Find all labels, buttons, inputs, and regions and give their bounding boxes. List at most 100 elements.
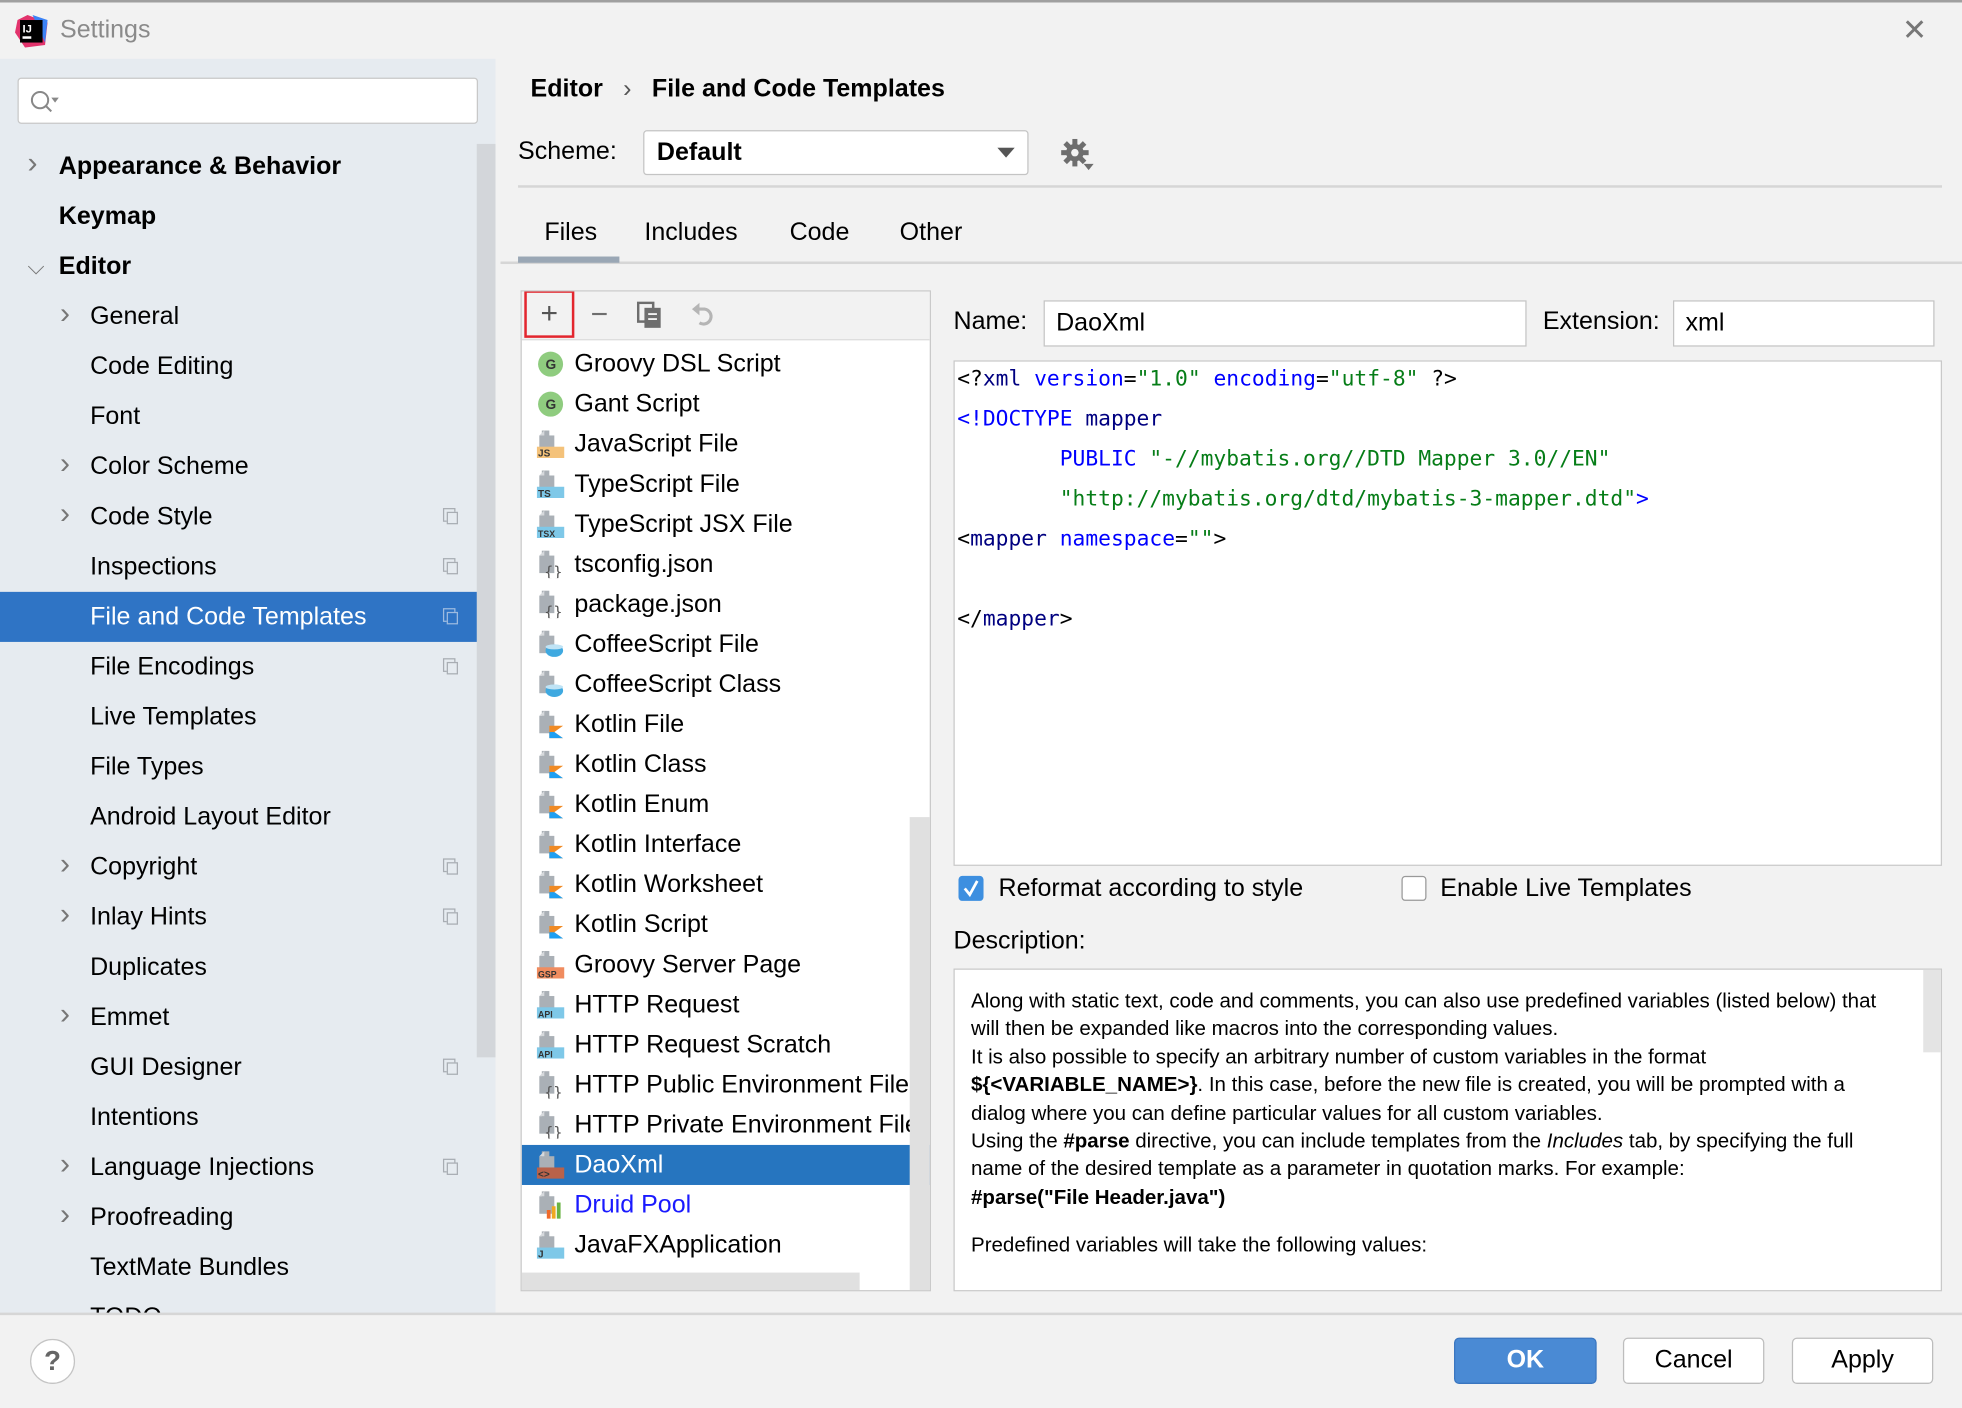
remove-template-button[interactable]: − <box>574 295 624 335</box>
template-list-item[interactable]: API HTTP Request <box>522 985 910 1025</box>
template-list-item[interactable]: CoffeeScript File <box>522 624 910 664</box>
sidebar-scrollbar[interactable] <box>476 143 496 1058</box>
template-name: Kotlin Enum <box>574 790 710 819</box>
chevron-right-icon[interactable]: › <box>60 1190 70 1240</box>
tab-other[interactable]: Other <box>900 219 963 248</box>
description-scrollbar[interactable] <box>1923 969 1941 1053</box>
chevron-right-icon[interactable]: › <box>60 489 70 539</box>
template-list-item[interactable]: Kotlin Class <box>522 745 910 785</box>
sidebar-item[interactable]: Intentions <box>0 1092 477 1142</box>
add-template-button[interactable]: + <box>524 291 575 338</box>
template-list-item[interactable]: Kotlin Interface <box>522 825 910 865</box>
sidebar-item[interactable]: › General <box>0 292 477 342</box>
sidebar-item[interactable]: TODO <box>0 1293 477 1314</box>
template-list-item[interactable]: Kotlin Worksheet <box>522 865 910 905</box>
sidebar-item[interactable]: File Types <box>0 742 477 792</box>
template-list-item[interactable]: Druid Pool <box>522 1185 910 1225</box>
sidebar-item[interactable]: Keymap <box>0 191 477 241</box>
copy-icon[interactable] <box>636 301 665 330</box>
chevron-down-icon[interactable]: ⌵ <box>28 242 45 292</box>
tab-includes[interactable]: Includes <box>644 219 737 248</box>
tab-code[interactable]: Code <box>790 219 850 248</box>
sidebar-item[interactable]: › Color Scheme <box>0 442 477 492</box>
chevron-right-icon[interactable]: › <box>60 890 70 940</box>
template-list-item[interactable]: GSP Groovy Server Page <box>522 945 910 985</box>
template-list-item[interactable]: {} HTTP Private Environment File <box>522 1105 919 1145</box>
sidebar-item[interactable]: Android Layout Editor <box>0 792 477 842</box>
sidebar-item[interactable]: GUI Designer <box>0 1042 477 1092</box>
list-vertical-scrollbar[interactable] <box>909 817 930 1291</box>
template-list-item[interactable]: G Gant Script <box>522 384 910 424</box>
sidebar-item[interactable]: › Appearance & Behavior <box>0 141 477 191</box>
template-list-item[interactable]: JS JavaScript File <box>522 424 910 464</box>
sidebar-item[interactable]: TextMate Bundles <box>0 1243 477 1293</box>
chevron-right-icon[interactable]: › <box>60 439 70 489</box>
sidebar-item-label: Proofreading <box>90 1203 234 1232</box>
ok-button[interactable]: OK <box>1454 1337 1597 1384</box>
sidebar-item[interactable]: › Copyright <box>0 842 477 892</box>
reset-icon[interactable] <box>689 302 717 330</box>
sidebar-item[interactable]: › Proofreading <box>0 1192 477 1242</box>
cancel-button[interactable]: Cancel <box>1622 1337 1765 1384</box>
template-list-item[interactable]: <> DaoXml <box>521 1144 930 1185</box>
json-file-icon: {} <box>537 1071 565 1101</box>
template-list-item[interactable]: API HTTP Request Scratch <box>522 1025 910 1065</box>
sidebar-item[interactable]: › Code Style <box>0 492 477 542</box>
live-templates-label[interactable]: Enable Live Templates <box>1440 875 1691 904</box>
project-settings-icon <box>442 508 458 525</box>
templates-list-panel: + − G Groovy DSL Script G Gant Script JS Java… <box>520 290 931 1292</box>
tab-files[interactable]: Files <box>544 219 597 248</box>
template-list-item[interactable]: {} HTTP Public Environment File <box>522 1065 910 1105</box>
sidebar-item-label: General <box>90 302 180 331</box>
sidebar-item[interactable]: › Language Injections <box>0 1142 477 1192</box>
code-token: > <box>1636 486 1649 512</box>
template-list-item[interactable]: Kotlin File <box>522 704 910 744</box>
sidebar-item-label: Font <box>90 402 141 431</box>
sidebar-item[interactable]: Font <box>0 392 477 442</box>
template-list-item[interactable]: TSX TypeScript JSX File <box>522 504 910 544</box>
chevron-right-icon[interactable]: › <box>60 289 70 339</box>
sidebar-item[interactable]: File Encodings <box>0 642 477 692</box>
template-code-editor[interactable]: <?xml version="1.0" encoding="utf-8" ?> <… <box>953 360 1943 866</box>
sidebar-item[interactable]: File and Code Templates <box>0 591 496 642</box>
chevron-right-icon[interactable]: › <box>28 139 38 189</box>
tabs-divider <box>500 261 1962 265</box>
template-list-item[interactable]: G Groovy DSL Script <box>522 344 910 384</box>
chevron-right-icon[interactable]: › <box>60 1140 70 1190</box>
svg-text:TS: TS <box>538 489 551 498</box>
live-templates-checkbox[interactable] <box>1401 875 1427 901</box>
template-list-item[interactable]: {} package.json <box>522 584 910 624</box>
reformat-label[interactable]: Reformat according to style <box>999 875 1304 904</box>
sidebar-item[interactable]: › Inlay Hints <box>0 892 477 942</box>
sidebar-item[interactable]: › Emmet <box>0 992 477 1042</box>
sidebar-item-label: Editor <box>58 252 132 281</box>
svg-text:API: API <box>538 1009 553 1018</box>
settings-sidebar: › Appearance & Behavior Keymap ⌵ Editor › Gene… <box>0 58 496 1314</box>
svg-text:G: G <box>546 397 557 412</box>
sidebar-item[interactable]: Code Editing <box>0 342 477 392</box>
search-input[interactable] <box>17 77 478 124</box>
template-list-item[interactable]: CoffeeScript Class <box>522 664 910 704</box>
extension-input[interactable]: xml <box>1672 300 1935 347</box>
template-list-item[interactable]: {} tsconfig.json <box>522 544 910 584</box>
help-button[interactable]: ? <box>30 1338 76 1384</box>
scheme-dropdown[interactable]: Default <box>643 130 1029 176</box>
reformat-checkbox[interactable] <box>958 875 984 901</box>
apply-button[interactable]: Apply <box>1791 1337 1934 1384</box>
name-input[interactable]: DaoXml <box>1043 300 1527 347</box>
sidebar-item[interactable]: Duplicates <box>0 942 477 992</box>
template-list-item[interactable]: Kotlin Script <box>522 905 910 945</box>
sidebar-item[interactable]: Live Templates <box>0 692 477 742</box>
template-list-item[interactable]: J JavaFXApplication <box>522 1225 910 1265</box>
sidebar-item[interactable]: ⌵ Editor <box>0 242 477 292</box>
template-list-item[interactable]: TS TypeScript File <box>522 464 910 504</box>
template-list-item[interactable]: Kotlin Enum <box>522 785 910 825</box>
list-horizontal-scrollbar[interactable] <box>521 1272 860 1291</box>
close-icon[interactable]: ✕ <box>1902 13 1927 49</box>
breadcrumb-parent[interactable]: Editor <box>531 75 603 104</box>
sidebar-item[interactable]: Inspections <box>0 542 477 592</box>
gear-icon[interactable] <box>1061 138 1096 174</box>
chevron-right-icon[interactable]: › <box>60 990 70 1040</box>
chevron-right-icon[interactable]: › <box>60 840 70 890</box>
